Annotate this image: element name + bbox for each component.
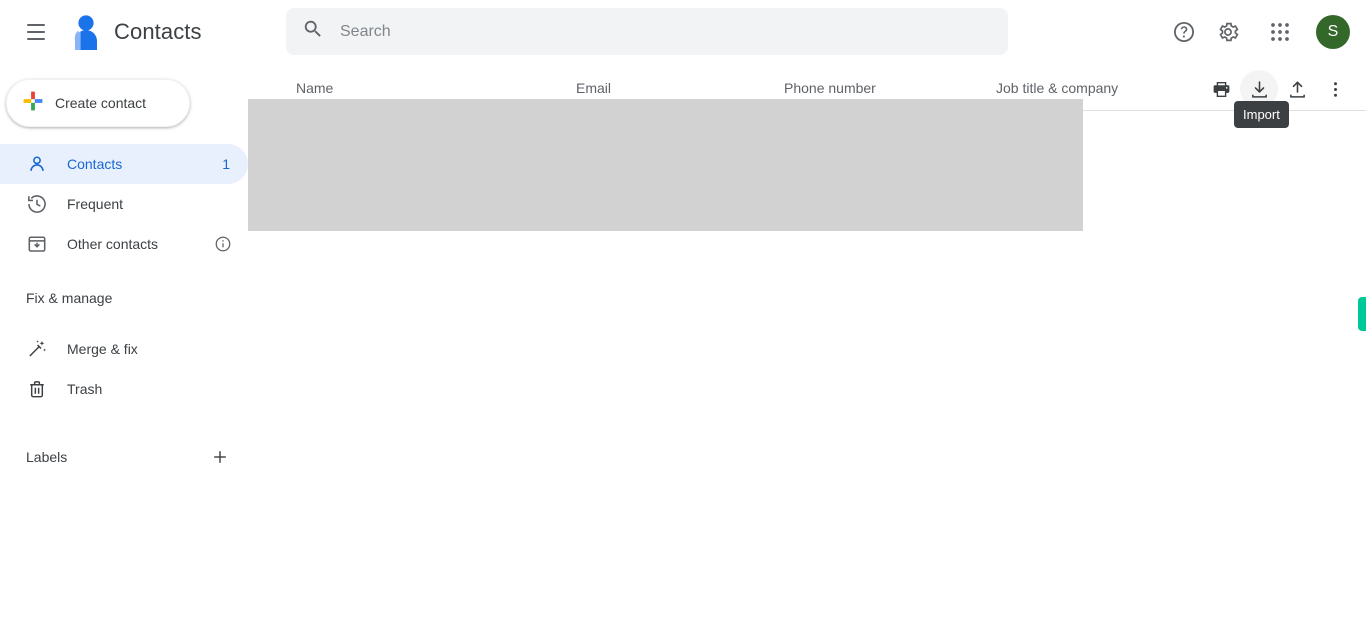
sidebar-item-label: Trash <box>67 381 103 397</box>
person-icon <box>26 153 48 175</box>
printer-icon[interactable] <box>1202 70 1240 108</box>
contacts-count-badge: 1 <box>222 156 230 172</box>
more-vertical-icon[interactable] <box>1316 70 1354 108</box>
sidebar-item-label: Merge & fix <box>67 341 138 357</box>
hamburger-menu-icon[interactable] <box>20 16 52 48</box>
hamburger-line <box>27 31 45 33</box>
sidebar-item-trash[interactable]: Trash <box>0 369 248 409</box>
sidebar-item-merge-and-fix[interactable]: Merge & fix <box>0 329 248 369</box>
contacts-person-logo-icon <box>68 12 102 52</box>
sidebar-item-frequent[interactable]: Frequent <box>0 184 248 224</box>
gear-icon[interactable] <box>1206 10 1250 54</box>
edge-feedback-tab[interactable] <box>1358 297 1366 331</box>
hamburger-line <box>27 24 45 26</box>
column-header-phone[interactable]: Phone number <box>784 80 876 96</box>
sidebar-item-contacts[interactable]: Contacts 1 <box>0 144 248 184</box>
search-bar[interactable] <box>286 8 1008 55</box>
sidebar-nav: Contacts 1 Frequent Other contacts Fix &… <box>0 144 256 472</box>
avatar[interactable]: S <box>1316 15 1350 49</box>
create-contact-button[interactable]: Create contact <box>6 79 190 127</box>
page-title: Contacts <box>114 19 202 44</box>
sidebar-item-label: Frequent <box>67 196 124 212</box>
fix-and-manage-heading: Fix & manage <box>26 290 113 306</box>
contacts-loading-placeholder <box>248 99 1083 231</box>
top-app-bar: Contacts Search S <box>0 0 1366 64</box>
app-brand[interactable]: Contacts <box>68 12 202 52</box>
magic-wand-icon <box>26 338 48 360</box>
column-header-email[interactable]: Email <box>576 80 611 96</box>
google-plus-icon <box>22 90 44 117</box>
sidebar-item-label: Other contacts <box>67 236 159 252</box>
search-input[interactable] <box>340 8 992 55</box>
plus-icon[interactable] <box>208 445 232 469</box>
apps-grid-icon[interactable] <box>1258 10 1302 54</box>
table-toolbar-actions <box>1202 70 1354 108</box>
search-icon <box>302 18 340 45</box>
history-clock-icon <box>26 193 48 215</box>
info-circle-icon[interactable] <box>214 235 232 253</box>
sidebar: Create contact Contacts 1 Frequent Other… <box>0 64 256 625</box>
column-header-name[interactable]: Name <box>296 80 333 96</box>
main-content: Name Email Phone number Job title & comp… <box>248 64 1366 625</box>
download-icon[interactable] <box>1240 70 1278 108</box>
top-bar-actions: S <box>1162 0 1358 64</box>
upload-icon[interactable] <box>1278 70 1316 108</box>
archive-box-icon <box>26 233 48 255</box>
hamburger-line <box>27 38 45 40</box>
labels-section-header: Labels <box>0 442 248 472</box>
sidebar-item-other-contacts[interactable]: Other contacts <box>0 224 248 264</box>
avatar-initial: S <box>1327 23 1339 40</box>
create-contact-label: Create contact <box>55 95 147 111</box>
column-header-job-title-company[interactable]: Job title & company <box>996 80 1118 96</box>
help-circle-icon[interactable] <box>1162 10 1206 54</box>
trash-icon <box>26 378 48 400</box>
sidebar-item-label: Contacts <box>67 156 123 172</box>
labels-heading: Labels <box>26 449 68 465</box>
